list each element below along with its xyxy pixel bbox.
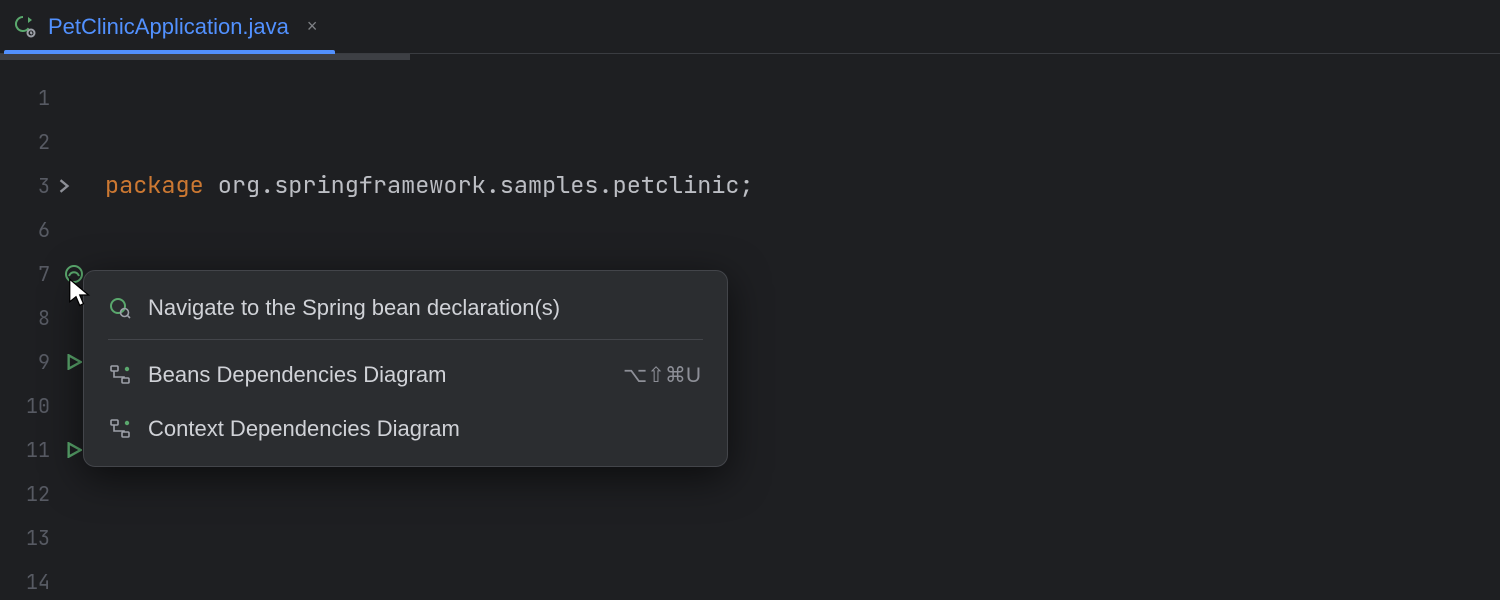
chevron-right-icon[interactable]	[53, 175, 75, 197]
gutter-line[interactable]: 3	[0, 164, 105, 208]
gutter-line[interactable]: 12	[0, 472, 105, 516]
popup-item-navigate-bean[interactable]: Navigate to the Spring bean declaration(…	[84, 281, 727, 335]
diagram-icon	[108, 363, 132, 387]
run-gutter-icon[interactable]	[63, 439, 85, 461]
separator	[108, 339, 703, 340]
popup-item-label: Context Dependencies Diagram	[148, 416, 460, 442]
code-line[interactable]	[105, 560, 1500, 600]
diagram-icon	[108, 417, 132, 441]
popup-item-shortcut: ⌥⇧⌘U	[623, 363, 701, 388]
tab-active[interactable]: PetClinicApplication.java ×	[4, 0, 335, 53]
gutter-line[interactable]: 6	[0, 208, 105, 252]
tab-title: PetClinicApplication.java	[48, 14, 289, 40]
java-run-icon	[14, 15, 38, 39]
tab-active-indicator	[4, 50, 335, 54]
gutter-line[interactable]: 13	[0, 516, 105, 560]
gutter-line[interactable]: 2	[0, 120, 105, 164]
spring-bean-gutter-icon[interactable]	[63, 263, 85, 285]
gutter-line[interactable]: 1	[0, 76, 105, 120]
spring-search-icon	[108, 296, 132, 320]
popup-item-label: Beans Dependencies Diagram	[148, 362, 446, 388]
close-icon[interactable]: ×	[299, 16, 318, 37]
gutter-line[interactable]: 14	[0, 560, 105, 600]
popup-item-label: Navigate to the Spring bean declaration(…	[148, 295, 560, 321]
gutter-popup-menu: Navigate to the Spring bean declaration(…	[83, 270, 728, 467]
popup-item-beans-diagram[interactable]: Beans Dependencies Diagram ⌥⇧⌘U	[84, 348, 727, 402]
tab-bar: PetClinicApplication.java ×	[0, 0, 1500, 54]
run-gutter-icon[interactable]	[63, 351, 85, 373]
popup-item-context-diagram[interactable]: Context Dependencies Diagram	[84, 402, 727, 456]
code-line[interactable]: package org.springframework.samples.petc…	[105, 164, 1500, 208]
